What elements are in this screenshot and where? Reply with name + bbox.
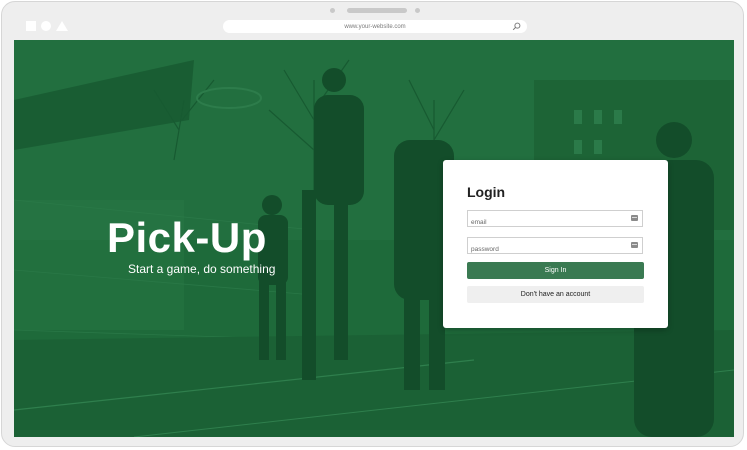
camera-dot <box>330 8 335 13</box>
address-bar[interactable]: www.your-website.com <box>223 20 527 33</box>
app-title: Pick-Up <box>107 214 267 261</box>
search-icon[interactable] <box>512 22 521 31</box>
circle-icon <box>41 21 51 31</box>
page-viewport: Pick-Up Start a game, do something Login… <box>14 40 734 437</box>
app-tagline: Start a game, do something <box>128 262 276 276</box>
sign-in-button[interactable]: Sign In <box>467 262 644 279</box>
window-controls <box>26 21 68 31</box>
speaker-bar <box>347 8 407 13</box>
email-input[interactable] <box>468 215 621 230</box>
autofill-key-icon[interactable] <box>631 242 638 248</box>
password-field[interactable] <box>467 237 643 257</box>
autofill-key-icon[interactable] <box>631 215 638 221</box>
device-frame: www.your-website.com Pick-Up Start a gam… <box>1 1 744 447</box>
triangle-icon <box>56 21 68 31</box>
login-heading: Login <box>467 184 506 200</box>
square-icon <box>26 21 36 31</box>
password-input[interactable] <box>468 242 621 257</box>
register-button[interactable]: Don't have an account <box>467 286 644 303</box>
sensor-dot <box>415 8 420 13</box>
email-field[interactable] <box>467 210 643 230</box>
login-card: Login Sign In Don't have an account <box>443 160 668 328</box>
url-text: www.your-website.com <box>344 23 406 30</box>
